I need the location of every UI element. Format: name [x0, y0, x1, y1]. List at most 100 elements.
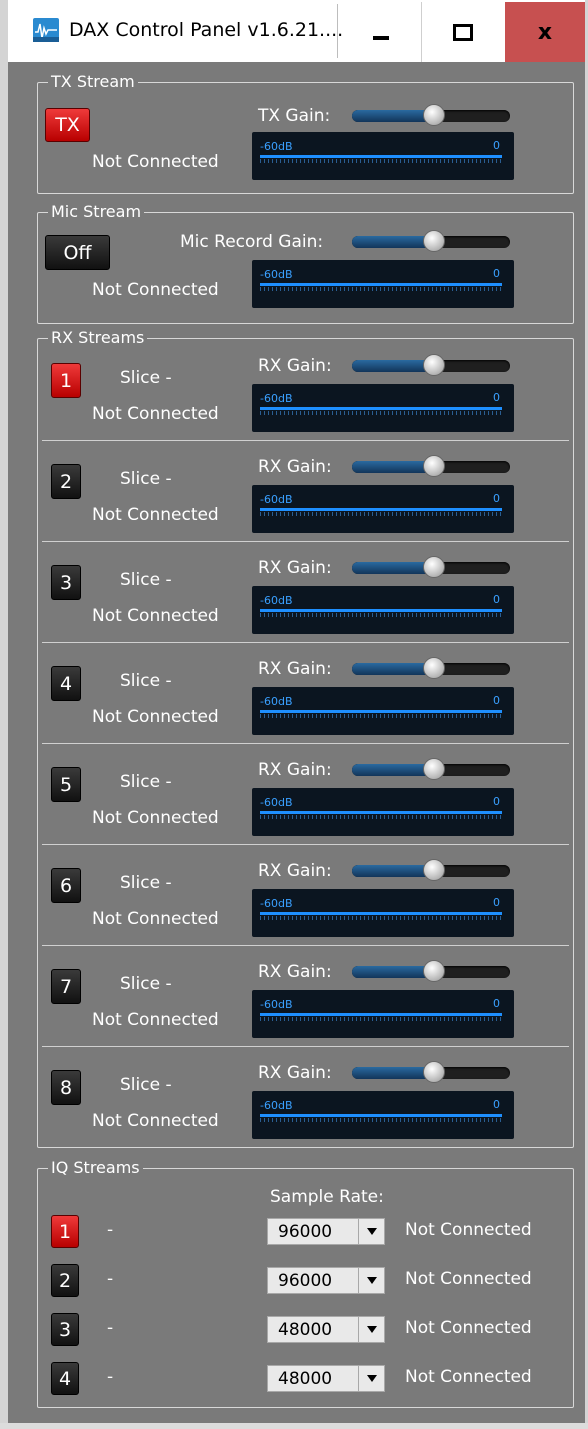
title-separator [337, 4, 338, 58]
meter-bar [260, 811, 502, 814]
mic-status-text: Not Connected [92, 280, 219, 300]
meter-min-label: -60dB [260, 140, 293, 153]
rx-gain-slider[interactable] [352, 758, 510, 780]
meter-ticks [260, 411, 502, 415]
rx-gain-slider[interactable] [352, 455, 510, 477]
rx-slice-label: Slice - [120, 873, 172, 893]
meter-min-label: -60dB [260, 268, 293, 281]
rx-gain-slider-knob[interactable] [423, 657, 446, 679]
rx-gain-slider[interactable] [352, 859, 510, 881]
maximize-button[interactable] [421, 2, 503, 62]
meter-ticks [260, 287, 502, 291]
rx-row-separator [42, 642, 569, 643]
rx-level-meter: -60dB 0 [252, 889, 514, 937]
dropdown-arrow-icon[interactable] [358, 1219, 384, 1244]
meter-max-label: 0 [493, 795, 500, 808]
rx-stream-toggle-button[interactable]: 5 [51, 767, 81, 802]
sample-rate-select[interactable]: 96000 [267, 1267, 385, 1294]
sample-rate-select[interactable]: 48000 [267, 1365, 385, 1392]
meter-max-label: 0 [493, 492, 500, 505]
rx-level-meter: -60dB 0 [252, 485, 514, 533]
rx-status-text: Not Connected [92, 505, 219, 525]
meter-bar [260, 155, 502, 158]
rx-gain-slider-fill [352, 562, 435, 574]
rx-gain-label: RX Gain: [258, 962, 332, 982]
rx-gain-label: RX Gain: [258, 760, 332, 780]
rx-level-meter: -60dB 0 [252, 788, 514, 836]
mic-gain-slider[interactable] [352, 230, 510, 252]
rx-gain-slider-knob[interactable] [423, 354, 446, 376]
rx-stream-toggle-button[interactable]: 1 [51, 363, 81, 398]
rx-gain-slider-fill [352, 461, 435, 473]
rx-stream-toggle-button[interactable]: 6 [51, 868, 81, 903]
tx-gain-slider[interactable] [352, 104, 510, 126]
rx-gain-slider[interactable] [352, 657, 510, 679]
rx-slice-label: Slice - [120, 772, 172, 792]
rx-stream-toggle-button[interactable]: 2 [51, 464, 81, 499]
iq-stream-toggle-button[interactable]: 2 [51, 1264, 79, 1297]
rx-level-meter: -60dB 0 [252, 384, 514, 432]
mic-level-meter: -60dB 0 [252, 260, 514, 308]
rx-gain-slider-knob[interactable] [423, 960, 446, 982]
dropdown-arrow-icon[interactable] [358, 1366, 384, 1391]
dropdown-arrow-icon[interactable] [358, 1317, 384, 1342]
rx-level-meter: -60dB 0 [252, 1091, 514, 1139]
tx-gain-slider-knob[interactable] [423, 104, 446, 126]
sample-rate-select[interactable]: 96000 [267, 1218, 385, 1245]
rx-gain-slider[interactable] [352, 960, 510, 982]
iq-status-text: Not Connected [405, 1269, 532, 1289]
rx-status-text: Not Connected [92, 404, 219, 424]
dropdown-arrow-icon[interactable] [358, 1268, 384, 1293]
rx-stream-toggle-button[interactable]: 4 [51, 666, 81, 701]
window-border-bottom [0, 1423, 588, 1429]
rx-slice-label: Slice - [120, 1075, 172, 1095]
rx-gain-slider-knob[interactable] [423, 455, 446, 477]
maximize-icon [452, 23, 473, 41]
sample-rate-select[interactable]: 48000 [267, 1316, 385, 1343]
iq-status-text: Not Connected [405, 1367, 532, 1387]
rx-gain-slider-knob[interactable] [423, 758, 446, 780]
iq-stream-toggle-button[interactable]: 1 [51, 1215, 79, 1248]
tx-toggle-button[interactable]: TX [45, 108, 90, 142]
iq-stream-dash: - [107, 1269, 114, 1289]
meter-bar [260, 283, 502, 286]
rx-gain-slider[interactable] [352, 1061, 510, 1083]
close-button[interactable]: x [505, 2, 585, 62]
meter-min-label: -60dB [260, 897, 293, 910]
meter-bar [260, 912, 502, 915]
iq-stream-dash: - [107, 1367, 114, 1387]
meter-max-label: 0 [493, 267, 500, 280]
mic-toggle-button[interactable]: Off [45, 235, 110, 270]
sample-rate-value: 48000 [278, 1369, 333, 1389]
rx-gain-slider-knob[interactable] [423, 859, 446, 881]
rx-gain-slider[interactable] [352, 556, 510, 578]
rx-row-separator [42, 440, 569, 441]
iq-stream-toggle-button[interactable]: 4 [51, 1362, 79, 1395]
rx-gain-slider-fill [352, 764, 435, 776]
rx-row-separator [42, 541, 569, 542]
sample-rate-label: Sample Rate: [270, 1187, 384, 1207]
tx-status-text: Not Connected [92, 152, 219, 172]
mic-gain-slider-knob[interactable] [423, 230, 446, 252]
rx-stream-toggle-button[interactable]: 7 [51, 969, 81, 1004]
rx-gain-slider[interactable] [352, 354, 510, 376]
mic-stream-group-label: Mic Stream [48, 202, 145, 221]
rx-stream-toggle-button[interactable]: 8 [51, 1070, 81, 1105]
iq-streams-group-label: IQ Streams [48, 1158, 143, 1177]
dax-app-icon [33, 18, 59, 42]
rx-gain-slider-knob[interactable] [423, 556, 446, 578]
sample-rate-value: 48000 [278, 1320, 333, 1340]
iq-status-text: Not Connected [405, 1220, 532, 1240]
rx-row-separator [42, 844, 569, 845]
rx-gain-label: RX Gain: [258, 457, 332, 477]
meter-bar [260, 407, 502, 410]
rx-gain-slider-knob[interactable] [423, 1061, 446, 1083]
meter-ticks [260, 1118, 502, 1122]
close-icon: x [537, 19, 553, 45]
minimize-button[interactable] [340, 2, 421, 62]
meter-max-label: 0 [493, 391, 500, 404]
iq-stream-toggle-button[interactable]: 3 [51, 1313, 79, 1346]
meter-max-label: 0 [493, 139, 500, 152]
rx-stream-toggle-button[interactable]: 3 [51, 565, 81, 600]
rx-level-meter: -60dB 0 [252, 687, 514, 735]
